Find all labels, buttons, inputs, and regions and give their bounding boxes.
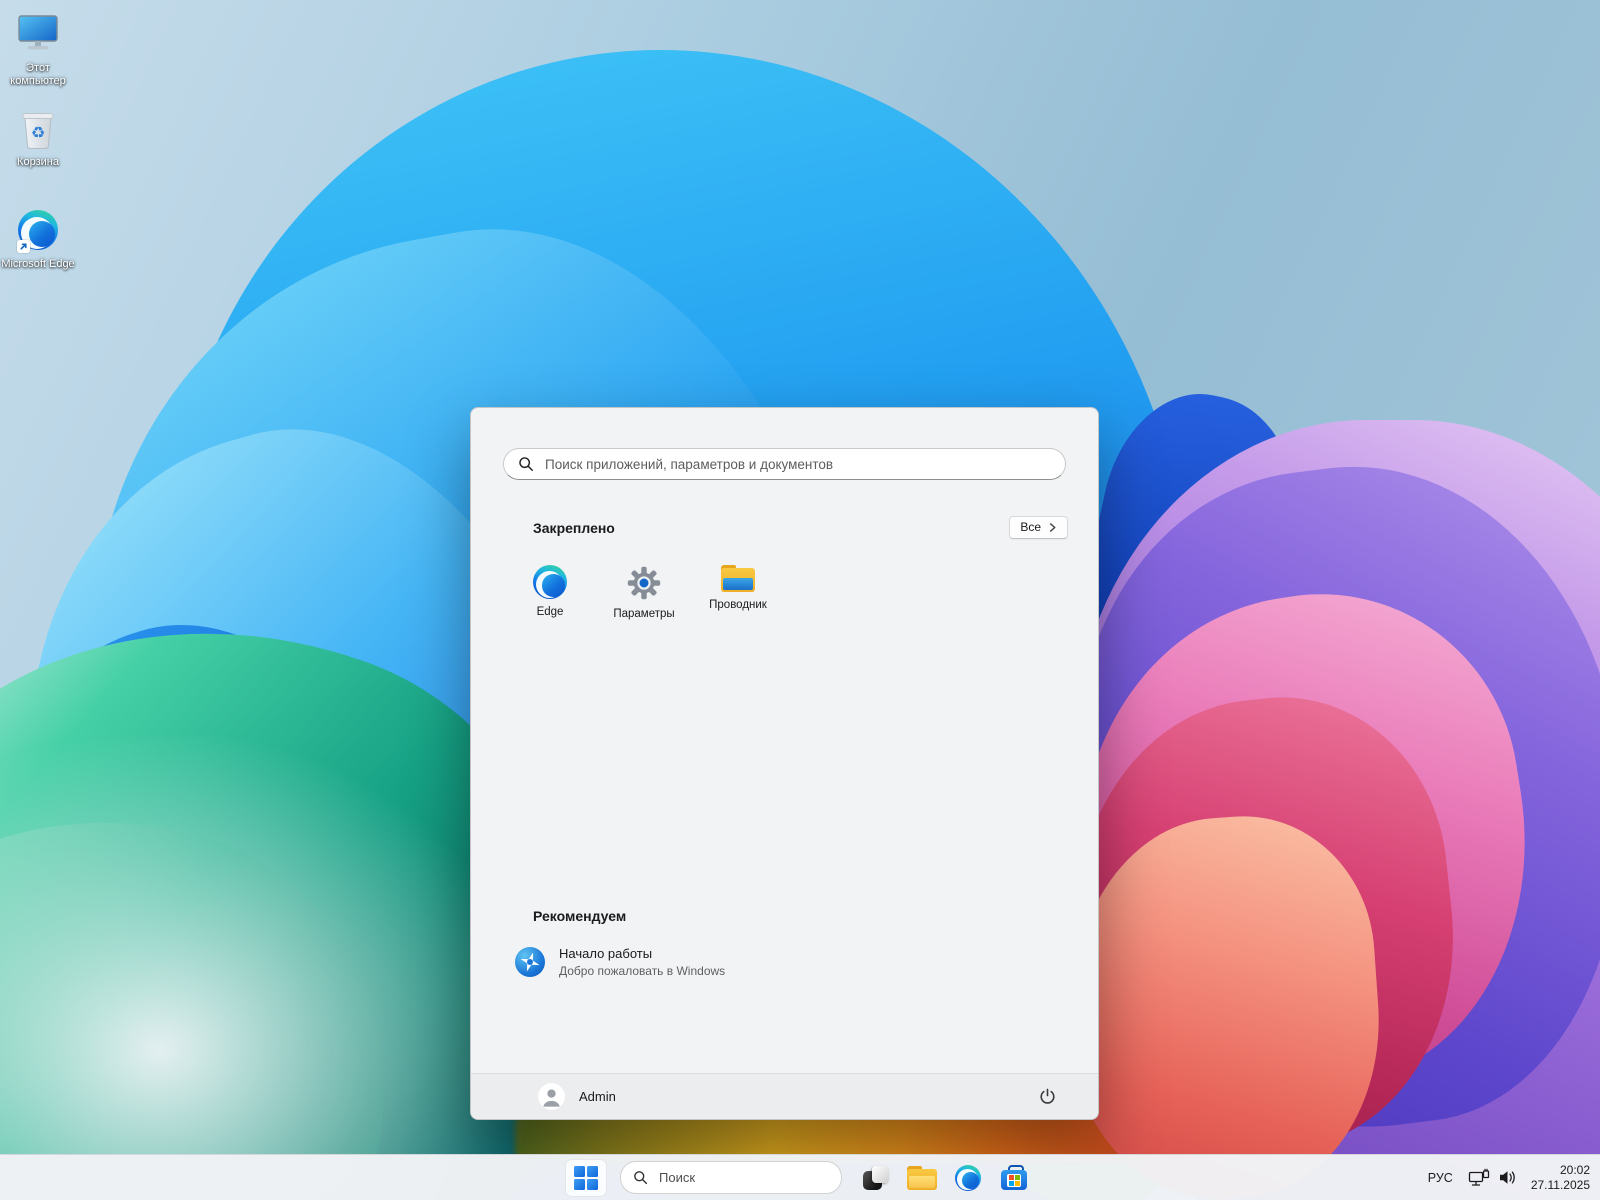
- folder-icon: [907, 1166, 937, 1190]
- microsoft-store-button[interactable]: [994, 1160, 1034, 1196]
- search-icon: [518, 456, 534, 472]
- pinned-apps-grid: Edge: [503, 557, 1098, 626]
- network-ethernet-icon: [1468, 1168, 1490, 1187]
- this-pc-icon: [14, 10, 62, 58]
- search-icon: [633, 1170, 648, 1185]
- pinned-all-label: Все: [1020, 520, 1041, 534]
- taskbar-search-input[interactable]: [657, 1169, 837, 1186]
- recommended-item-subtitle: Добро пожаловать в Windows: [559, 964, 725, 978]
- volume-icon: [1498, 1169, 1518, 1186]
- pinned-app-explorer[interactable]: Проводник: [691, 557, 785, 626]
- desktop-icon-this-pc[interactable]: Этот компьютер: [0, 10, 76, 88]
- recycle-bin-icon: ♻: [14, 104, 62, 152]
- pinned-app-edge[interactable]: Edge: [503, 557, 597, 626]
- recommended-item-get-started[interactable]: Начало работы Добро пожаловать в Windows: [505, 938, 845, 986]
- task-view-button[interactable]: [856, 1160, 896, 1196]
- start-button[interactable]: [566, 1160, 606, 1196]
- windows-logo-icon: [574, 1166, 598, 1190]
- settings-gear-icon: [626, 565, 662, 601]
- start-menu-search-input[interactable]: [543, 456, 1051, 473]
- recommended-section-title: Рекомендуем: [533, 908, 626, 924]
- pinned-app-label: Edge: [537, 606, 564, 618]
- wallpaper-petal: [0, 753, 448, 1200]
- taskbar: РУС 20:02 27.11.2025: [0, 1154, 1600, 1200]
- svg-text:♻: ♻: [31, 123, 45, 142]
- folder-icon: [721, 565, 755, 592]
- microsoft-store-icon: [1001, 1165, 1027, 1191]
- pinned-section-title: Закреплено: [533, 520, 615, 536]
- recommended-item-title: Начало работы: [559, 946, 725, 961]
- desktop-icon-label: Microsoft Edge: [1, 258, 74, 271]
- edge-icon: [14, 206, 62, 254]
- task-view-icon: [863, 1165, 889, 1191]
- taskbar-search-box[interactable]: [620, 1161, 842, 1194]
- shortcut-arrow-icon: [17, 240, 30, 253]
- desktop-icon-recycle-bin[interactable]: ♻ Корзина: [0, 104, 76, 169]
- file-explorer-button[interactable]: [902, 1160, 942, 1196]
- power-icon: [1038, 1087, 1057, 1106]
- edge-icon: [955, 1165, 981, 1191]
- chevron-right-icon: [1048, 523, 1057, 532]
- user-avatar[interactable]: [538, 1083, 565, 1110]
- get-started-icon: [515, 947, 545, 977]
- start-menu: Закреплено Все Edge: [470, 407, 1099, 1120]
- edge-button[interactable]: [948, 1160, 988, 1196]
- power-button[interactable]: [1028, 1080, 1066, 1114]
- tray-status-icons[interactable]: [1468, 1168, 1518, 1187]
- pinned-app-settings[interactable]: Параметры: [597, 557, 691, 626]
- pinned-all-button[interactable]: Все: [1009, 516, 1068, 539]
- edge-icon: [533, 565, 567, 599]
- windows-desktop: Этот компьютер ♻ Корзина: [0, 0, 1600, 1200]
- user-name[interactable]: Admin: [579, 1089, 616, 1104]
- desktop-icon-label: Этот компьютер: [0, 62, 76, 88]
- desktop-icon-label: Корзина: [17, 156, 59, 169]
- system-tray: РУС 20:02 27.11.2025: [1426, 1155, 1590, 1200]
- start-menu-search-box[interactable]: [503, 448, 1066, 480]
- tray-time: 20:02: [1560, 1163, 1590, 1177]
- clock[interactable]: 20:02 27.11.2025: [1531, 1163, 1590, 1192]
- tray-date: 27.11.2025: [1531, 1178, 1590, 1192]
- language-indicator[interactable]: РУС: [1426, 1167, 1455, 1189]
- pinned-app-label: Параметры: [613, 608, 674, 620]
- desktop-icon-microsoft-edge[interactable]: Microsoft Edge: [0, 206, 76, 271]
- start-menu-user-bar: Admin: [471, 1073, 1098, 1119]
- pinned-app-label: Проводник: [709, 599, 767, 611]
